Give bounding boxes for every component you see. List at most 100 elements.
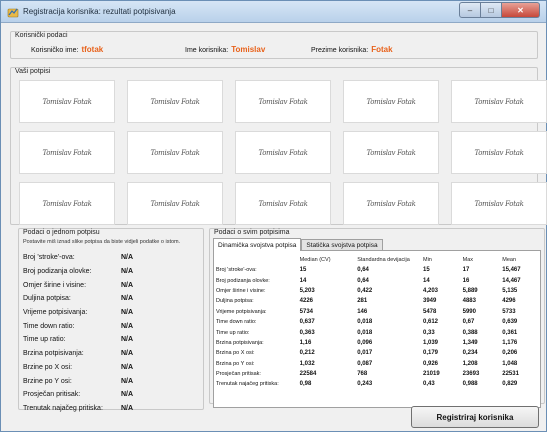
stat-value: N/A	[121, 363, 134, 371]
signature-image[interactable]: Tomislav Fotak	[343, 182, 439, 225]
stats-cell: 5,203	[299, 287, 315, 294]
stats-cell: 0,64	[357, 277, 369, 284]
signature-image[interactable]: Tomislav Fotak	[451, 80, 547, 123]
signature-image[interactable]: Tomislav Fotak	[451, 131, 547, 174]
stats-row: Broj podizanja olovke: 14 0,64 14 16 14,467	[216, 275, 540, 285]
stats-row-label: Time up ratio:	[216, 329, 250, 336]
lastname-label: Prezime korisnika:	[311, 47, 369, 54]
stats-row: Brzina potpisivanja: 1,16 0,096 1,039 1,349 1…	[216, 338, 540, 348]
stats-cell: 4883	[462, 298, 476, 305]
single-stat-row: Brzina potpisivanja: N/A	[23, 347, 213, 361]
single-signature-title: Podaci o jednom potpisu	[21, 229, 102, 236]
stats-cell: 0,096	[357, 339, 373, 346]
single-stat-row: Broj podizanja olovke: N/A	[23, 265, 213, 279]
stats-row-label: Omjer širine i visine:	[216, 287, 266, 294]
single-signature-group: Podaci o jednom potpisu Postavite miš iz…	[18, 228, 204, 412]
stats-row: Time down ratio: 0,637 0,018 0,612 0,67 0,639	[216, 317, 540, 327]
stats-cell: 22531	[502, 371, 519, 378]
stats-cell: 0,206	[502, 350, 518, 357]
stats-row: Omjer širine i visine: 5,203 0,422 4,203 5,8…	[216, 286, 540, 296]
column-header: Mean	[502, 256, 517, 263]
signature-text: Tomislav Fotak	[366, 97, 416, 106]
stat-label: Broj podizanja olovke:	[23, 268, 92, 276]
stats-row-label: Brzina po Y osi:	[216, 360, 255, 367]
stats-cell: 5733	[502, 308, 516, 315]
stats-row-label: Vrijeme potpisivanja:	[216, 308, 267, 315]
stat-label: Trenutak najačeg pritiska:	[23, 404, 103, 412]
stats-cell: 1,16	[299, 339, 312, 346]
signature-image[interactable]: Tomislav Fotak	[127, 131, 223, 174]
stat-value: N/A	[121, 404, 134, 412]
stats-cell: 15	[423, 267, 430, 274]
signature-image[interactable]: Tomislav Fotak	[235, 182, 331, 225]
stats-cell: 4226	[299, 298, 314, 305]
stat-label: Time up ratio:	[23, 336, 66, 344]
stats-cell: 0,98	[299, 381, 312, 388]
stats-cell: 14,467	[502, 277, 521, 284]
signature-image[interactable]: Tomislav Fotak	[451, 182, 547, 225]
signature-image[interactable]: Tomislav Fotak	[19, 80, 115, 123]
single-stat-row: Vrijeme potpisivanja: N/A	[23, 306, 213, 320]
stats-cell: 0,361	[502, 329, 518, 336]
register-user-button[interactable]: Registriraj korisnika	[411, 406, 539, 428]
signature-image[interactable]: Tomislav Fotak	[127, 80, 223, 123]
user-data-title: Korisnički podaci	[13, 32, 70, 39]
firstname-row: Ime korisnika: Tomislav	[185, 45, 265, 54]
hover-hint: Postavite miš iznad slike potpisa da bis…	[23, 239, 181, 245]
maximize-button[interactable]: □	[481, 2, 502, 18]
stats-cell: 0,363	[299, 329, 315, 336]
stats-cell: 146	[357, 308, 368, 315]
stat-label: Time down ratio:	[23, 322, 75, 330]
signature-image[interactable]: Tomislav Fotak	[235, 80, 331, 123]
username-label: Korisničko ime:	[31, 47, 79, 54]
stats-cell: 14	[299, 277, 307, 284]
signature-image[interactable]: Tomislav Fotak	[343, 131, 439, 174]
signature-image[interactable]: Tomislav Fotak	[19, 131, 115, 174]
tab-dynamic-properties[interactable]: Dinamička svojstva potpisa	[213, 238, 302, 251]
all-signatures-group: Podaci o svim potpisima Dinamička svojst…	[209, 228, 545, 408]
signature-text: Tomislav Fotak	[366, 148, 416, 157]
stats-cell: 14	[423, 277, 430, 284]
minimize-button[interactable]: –	[459, 2, 481, 18]
stats-cell: 0,64	[357, 267, 369, 274]
stat-value: N/A	[121, 350, 134, 358]
signature-text: Tomislav Fotak	[42, 148, 92, 157]
stats-cell: 16	[462, 277, 470, 284]
stats-cell: 0,234	[462, 350, 478, 357]
firstname-label: Ime korisnika:	[185, 47, 229, 54]
signature-image[interactable]: Tomislav Fotak	[343, 80, 439, 123]
signatures-title: Vaši potpisi	[13, 68, 53, 75]
stats-cell: 281	[357, 298, 368, 305]
stats-cell: 1,176	[502, 339, 518, 346]
stat-value: N/A	[121, 281, 134, 289]
title-bar[interactable]: Registracija korisnika: rezultati potpis…	[1, 1, 546, 23]
stats-row: Vrijeme potpisivanja: 5734 146 5478 5990 5733	[216, 307, 540, 317]
signature-image[interactable]: Tomislav Fotak	[19, 182, 115, 225]
stats-cell: 5478	[423, 308, 437, 315]
stat-label: Duljina potpisa:	[23, 295, 71, 303]
stats-cell: 0,018	[357, 319, 373, 326]
stats-row: Brzina po Y osi: 1,032 0,087 0,926 1,208 1,04…	[216, 359, 540, 369]
stats-cell: 0,33	[423, 329, 435, 336]
single-signature-list: Broj 'stroke'-ova: N/A Broj podizanja olo…	[23, 251, 213, 415]
stats-row-label: Brzina potpisivanja:	[216, 339, 264, 346]
single-stat-row: Time up ratio: N/A	[23, 333, 213, 347]
stats-row-label: Trenutak najačeg pritiska:	[216, 381, 279, 388]
stats-cell: 0,087	[357, 360, 373, 367]
stats-row-label: Broj podizanja olovke:	[216, 277, 270, 284]
stat-label: Vrijeme potpisivanja:	[23, 309, 88, 317]
signature-image[interactable]: Tomislav Fotak	[127, 182, 223, 225]
signature-image[interactable]: Tomislav Fotak	[235, 131, 331, 174]
close-button[interactable]: ✕	[502, 2, 540, 18]
single-stat-row: Time down ratio: N/A	[23, 319, 213, 333]
stats-row-label: Time down ratio:	[216, 319, 257, 326]
stats-cell: 1,208	[462, 360, 478, 367]
stat-label: Brzina potpisivanja:	[23, 350, 84, 358]
stats-cell: 4296	[502, 298, 516, 305]
signature-text: Tomislav Fotak	[42, 97, 92, 106]
signature-text: Tomislav Fotak	[474, 97, 524, 106]
signature-text: Tomislav Fotak	[258, 199, 308, 208]
column-header: Median (CV)	[299, 256, 331, 263]
stats-cell: 3949	[423, 298, 437, 305]
single-stat-row: Prosječan pritisak: N/A	[23, 388, 213, 402]
